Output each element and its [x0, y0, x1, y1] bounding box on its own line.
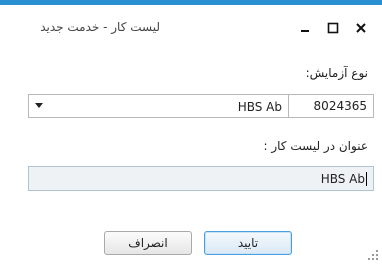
- test-code-field[interactable]: 8024365: [288, 94, 374, 118]
- test-name-dropdown[interactable]: HBS Ab: [28, 94, 288, 118]
- minimize-icon: [301, 30, 309, 32]
- test-name-value: HBS Ab: [237, 100, 282, 114]
- cancel-button[interactable]: انصراف: [104, 231, 192, 255]
- close-icon: [356, 23, 366, 33]
- title-bar: لیست کار - خدمت جدید: [0, 5, 382, 43]
- confirm-button[interactable]: تایید: [204, 231, 292, 255]
- resize-grip-icon[interactable]: [368, 250, 380, 262]
- test-code-value: 8024365: [313, 99, 367, 113]
- text-cursor: [366, 171, 367, 186]
- close-button[interactable]: [350, 17, 372, 39]
- dialog-window: لیست کار - خدمت جدید نوع آزمایش: 8024365…: [0, 0, 382, 264]
- maximize-button[interactable]: [322, 17, 344, 39]
- test-type-label: نوع آزمایش:: [305, 66, 368, 80]
- worklist-title-value: HBS Ab: [320, 171, 365, 186]
- chevron-down-icon[interactable]: [35, 103, 43, 108]
- minimize-button[interactable]: [294, 17, 316, 39]
- window-title: لیست کار - خدمت جدید: [40, 20, 160, 34]
- worklist-title-input[interactable]: HBS Ab: [28, 166, 374, 191]
- maximize-icon: [327, 22, 339, 34]
- worklist-title-label: عنوان در لیست کار :: [263, 139, 369, 153]
